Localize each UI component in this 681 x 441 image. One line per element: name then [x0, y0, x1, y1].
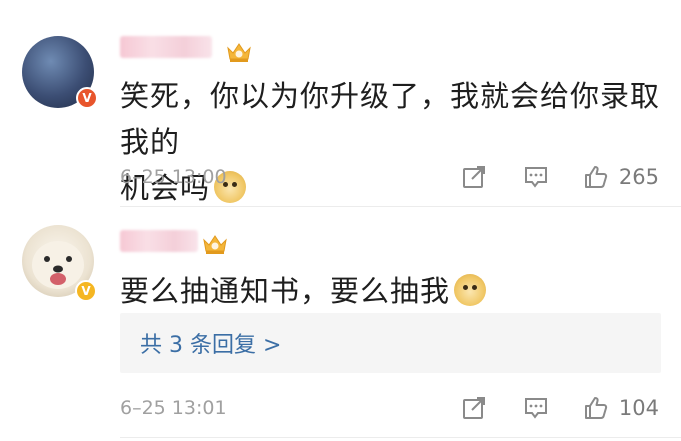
like-count: 104 — [618, 396, 659, 420]
timestamp: 6–25 13:01 — [120, 397, 227, 419]
username-blurred[interactable] — [120, 36, 212, 58]
thumbs-up-icon — [584, 397, 608, 419]
doge-emoji-icon — [454, 274, 487, 306]
comment-actions: 265 — [461, 162, 659, 192]
verified-badge-icon: V — [75, 280, 97, 302]
like-button[interactable]: 265 — [583, 164, 659, 190]
comment-meta: 6–25 13:01 104 — [120, 393, 681, 423]
comment-icon[interactable] — [523, 395, 549, 421]
comment-item: V 要么抽通知书，要么抽我 共 3 条回复 > 6–25 13:01 104 — [0, 207, 681, 441]
username-blurred[interactable] — [120, 230, 198, 252]
view-replies-button[interactable]: 共 3 条回复 > — [120, 313, 661, 373]
comment-text: 要么抽通知书，要么抽我 — [120, 268, 661, 314]
comment-item: V 笑死，你以为你升级了，我就会给你录取我的 机会吗 6–25 13:00 26… — [0, 0, 681, 206]
comment-icon[interactable] — [523, 164, 549, 190]
comment-text-fragment: 要么抽通知书，要么抽我 — [120, 274, 451, 308]
verified-badge-icon: V — [76, 87, 98, 109]
share-icon[interactable] — [461, 395, 487, 421]
comment-text-line: 笑死，你以为你升级了，我就会给你录取我的 — [120, 79, 661, 159]
share-icon[interactable] — [461, 164, 487, 190]
crown-badge-icon — [227, 43, 251, 62]
thumbs-up-icon — [584, 166, 608, 188]
comment-meta: 6–25 13:00 265 — [120, 162, 681, 192]
crown-badge-icon — [203, 235, 227, 254]
comment-text-line: 要么抽通知书，要么抽我 — [120, 268, 661, 314]
timestamp: 6–25 13:00 — [120, 166, 227, 188]
divider — [120, 437, 681, 438]
like-button[interactable]: 104 — [583, 395, 659, 421]
comment-actions: 104 — [461, 393, 659, 423]
like-count: 265 — [618, 165, 659, 189]
